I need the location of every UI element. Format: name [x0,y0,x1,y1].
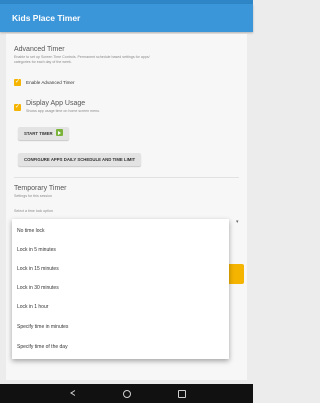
home-icon[interactable] [123,389,131,398]
configure-schedule-label: CONFIGURE APPS DAILY SCHEDULE AND TIME L… [24,157,136,162]
display-app-usage-checkbox[interactable]: ✓ [14,104,21,111]
dropdown-option[interactable]: Lock in 5 minutes [17,247,56,253]
checkmark-icon: ✓ [14,104,21,110]
divider [14,177,239,178]
start-timer-label: START TIMER [24,131,53,136]
dropdown-option[interactable]: Lock in 1 hour [17,304,48,310]
display-app-usage-title: Display App Usage [26,100,86,107]
temporary-timer-subtitle: Settings for this session [14,194,52,198]
advanced-timer-title: Advanced Timer [14,46,65,53]
display-app-usage-description: Shows app usage time on home screen menu… [26,109,101,113]
dropdown-option[interactable]: Lock in 15 minutes [17,266,59,272]
app-title: Kids Place Timer [12,13,81,23]
configure-schedule-button[interactable]: CONFIGURE APPS DAILY SCHEDULE AND TIME L… [18,153,142,166]
dropdown-option[interactable]: Specify time of the day [17,344,68,350]
advanced-timer-description-1: Enable to set up Screen Time Controls. P… [14,55,150,59]
dropdown-option[interactable]: Lock in 30 minutes [17,285,59,291]
dropdown-option[interactable]: Specify time in minutes [17,324,68,330]
enable-advanced-timer-checkbox[interactable]: ✓ [14,79,21,86]
navigation-bar [0,384,253,403]
time-lock-dropdown: No time lock Lock in 5 minutes Lock in 1… [12,219,229,359]
app-bar: Kids Place Timer [0,4,253,32]
recents-icon[interactable] [178,389,186,398]
advanced-timer-description-2: categories for each day of the week. [14,60,72,64]
time-lock-select-label: Select a time lock option [14,209,53,213]
temporary-timer-title: Temporary Timer [14,185,67,192]
start-timer-button[interactable]: START TIMER [18,127,69,140]
enable-advanced-timer-label: Enable Advanced Timer [26,80,75,85]
dropdown-arrow-icon[interactable]: ▾ [236,219,239,225]
back-icon[interactable] [70,390,75,396]
dropdown-option[interactable]: No time lock [17,228,45,234]
checkmark-icon: ✓ [14,79,21,85]
play-icon [55,129,63,137]
